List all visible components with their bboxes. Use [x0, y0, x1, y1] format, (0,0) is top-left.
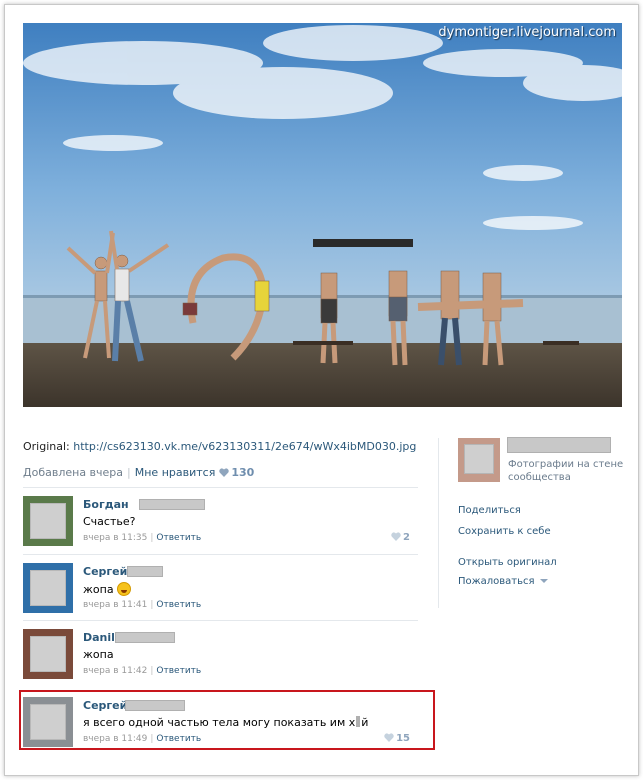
comment-footer: вчера в 11:42 | Ответить [83, 666, 202, 676]
comment-like-count: 2 [403, 532, 410, 543]
beach-photo-illustration [23, 23, 622, 407]
like-count: 130 [231, 466, 255, 479]
comment-time[interactable]: вчера в 11:42 [83, 666, 147, 676]
chevron-down-icon [539, 579, 548, 583]
reply-button[interactable]: Ответить [156, 533, 201, 543]
comment-text: жопа [83, 582, 131, 596]
added-date: Добавлена вчера [23, 466, 124, 479]
post-photo[interactable]: dymontiger.livejournal.com [23, 23, 622, 407]
album-description[interactable]: Фотографии на стене сообщества [508, 458, 633, 484]
comment-footer: вчера в 11:41 | Ответить [83, 600, 202, 610]
comment-text-content: жопа [83, 583, 114, 596]
comment-author[interactable]: Danil [83, 631, 115, 644]
save-link[interactable]: Сохранить к себе [458, 526, 551, 537]
avatar[interactable] [23, 629, 73, 679]
album-thumbnail[interactable] [458, 438, 500, 482]
comment-item: Сергей жопа вчера в 11:41 | Ответить [23, 563, 418, 623]
comment-time[interactable]: вчера в 11:35 [83, 533, 147, 543]
comment-item: Богдан Счастье? вчера в 11:35 | Ответить 2 [23, 496, 418, 556]
share-link[interactable]: Поделиться [458, 505, 521, 516]
divider [23, 620, 418, 621]
avatar[interactable] [23, 563, 73, 613]
redacted-community-name[interactable] [507, 437, 611, 453]
comment-author[interactable]: Богдан [83, 498, 129, 511]
like-button[interactable]: Мне нравится [135, 466, 216, 479]
comment-item: Danil жопа вчера в 11:42 | Ответить [23, 629, 418, 689]
original-link-row: Original: http://cs623130.vk.me/v6231303… [23, 440, 416, 453]
smiley-icon [116, 582, 131, 596]
highlight-box [19, 690, 435, 750]
post-meta: Добавлена вчера | Мне нравится 130 [23, 466, 255, 479]
column-divider [438, 438, 439, 608]
comment-author[interactable]: Сергей [83, 565, 127, 578]
original-label: Original: [23, 440, 70, 453]
redacted-surname [127, 566, 163, 577]
comment-text: Счастье? [83, 515, 136, 528]
heart-icon [391, 532, 401, 541]
reply-button[interactable]: Ответить [156, 600, 201, 610]
avatar-redaction [30, 503, 66, 539]
report-label: Пожаловаться [458, 576, 535, 587]
divider [23, 487, 418, 488]
heart-icon[interactable] [219, 468, 230, 477]
redacted-surname [115, 632, 175, 643]
reply-button[interactable]: Ответить [156, 666, 201, 676]
report-link[interactable]: Пожаловаться [458, 576, 548, 587]
comment-time[interactable]: вчера в 11:41 [83, 600, 147, 610]
avatar-redaction [30, 636, 66, 672]
comment-footer: вчера в 11:35 | Ответить [83, 533, 202, 543]
redacted-surname [139, 499, 205, 510]
original-url-link[interactable]: http://cs623130.vk.me/v623130311/2e674/w… [73, 440, 416, 453]
thumbnail-redaction [464, 444, 494, 474]
avatar-redaction [30, 570, 66, 606]
comment-text: жопа [83, 648, 114, 661]
avatar[interactable] [23, 496, 73, 546]
open-original-link[interactable]: Открыть оригинал [458, 557, 557, 568]
watermark-text: dymontiger.livejournal.com [438, 25, 616, 40]
divider [23, 554, 418, 555]
comment-like[interactable]: 2 [387, 532, 410, 543]
